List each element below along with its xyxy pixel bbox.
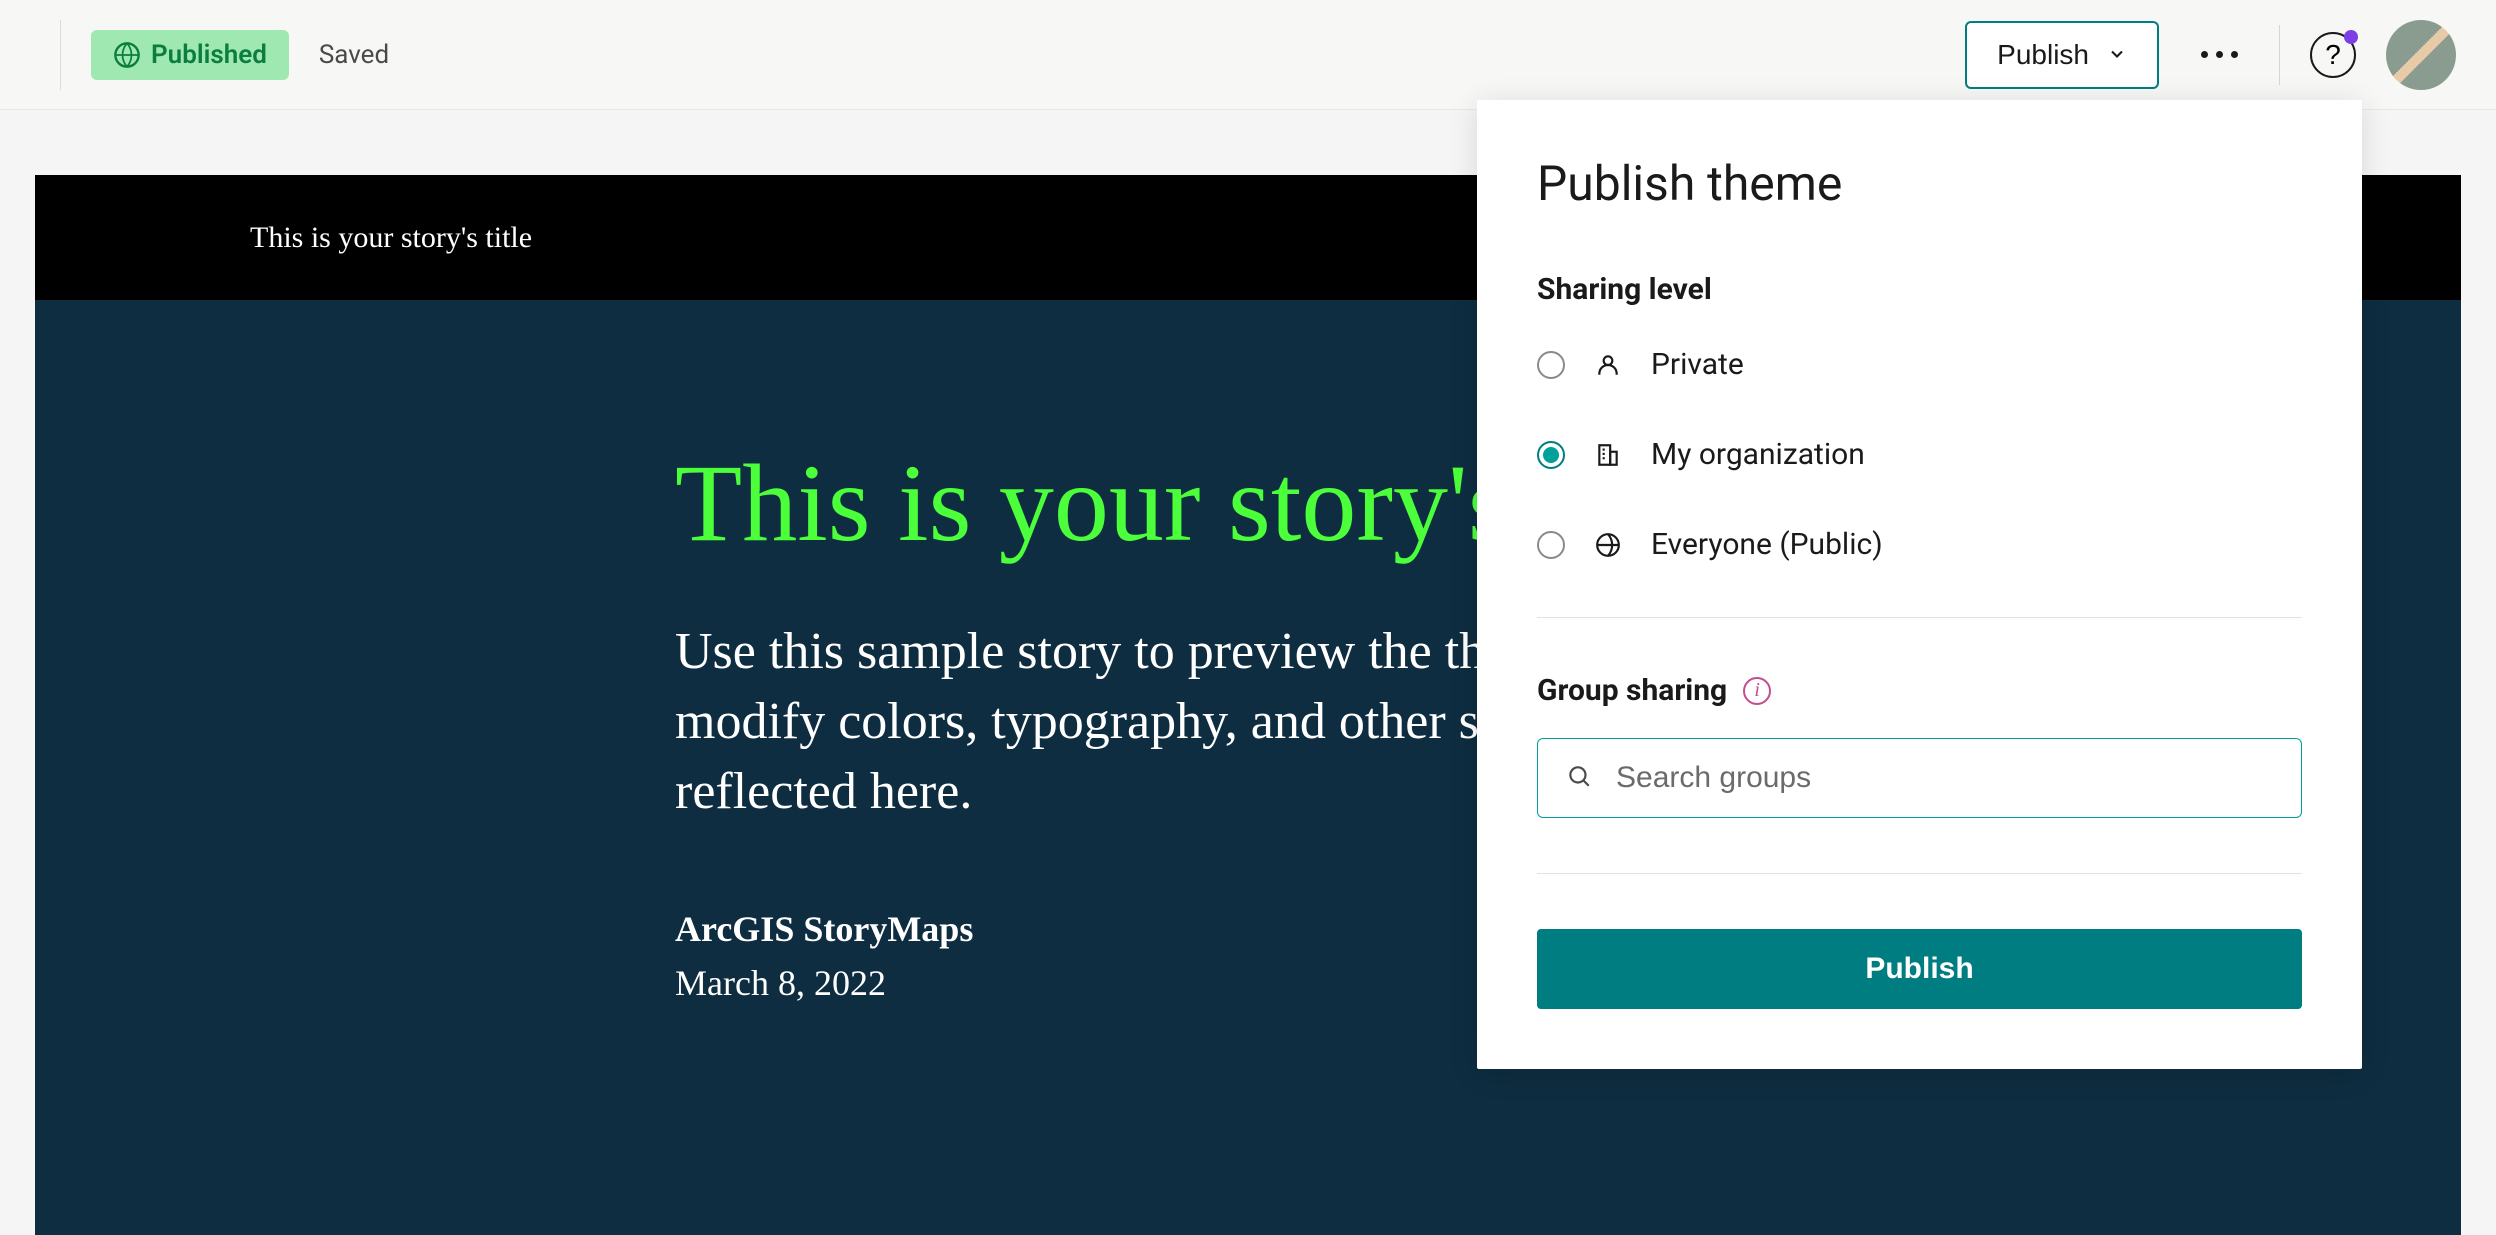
user-avatar[interactable]	[2386, 20, 2456, 90]
top-header: Published Saved Publish ?	[0, 0, 2496, 110]
published-badge-label: Published	[151, 40, 267, 70]
sharing-option-organization[interactable]: My organization	[1537, 437, 2302, 472]
saved-status: Saved	[319, 40, 389, 70]
divider	[1537, 617, 2302, 618]
radio-label: Everyone (Public)	[1651, 527, 1883, 562]
sharing-option-private[interactable]: Private	[1537, 347, 2302, 382]
more-options-button[interactable]	[2189, 25, 2249, 85]
info-icon[interactable]: i	[1743, 677, 1771, 705]
globe-icon	[1593, 532, 1623, 558]
divider	[1537, 873, 2302, 874]
group-search-input[interactable]	[1616, 761, 2273, 795]
radio-label: Private	[1651, 347, 1744, 382]
sharing-level-radio-group: Private My organization Everyone (Public…	[1537, 347, 2302, 562]
story-header-title: This is your story's title	[250, 221, 532, 255]
publish-button[interactable]: Publish	[1537, 929, 2302, 1009]
radio-icon	[1537, 531, 1565, 559]
group-search-field[interactable]	[1537, 738, 2302, 818]
help-button[interactable]: ?	[2310, 32, 2356, 78]
globe-check-icon	[113, 41, 141, 69]
group-sharing-header: Group sharing i	[1537, 673, 2302, 708]
publish-dropdown-label: Publish	[1997, 39, 2089, 71]
group-sharing-label: Group sharing	[1537, 673, 1727, 708]
radio-icon	[1537, 441, 1565, 469]
header-right: Publish ?	[1965, 20, 2456, 90]
published-badge: Published	[91, 30, 289, 80]
question-icon: ?	[2325, 39, 2341, 71]
person-icon	[1593, 352, 1623, 378]
header-left: Published Saved	[60, 20, 389, 90]
divider	[2279, 25, 2280, 85]
publish-dropdown-button[interactable]: Publish	[1965, 21, 2159, 89]
radio-icon	[1537, 351, 1565, 379]
story-subtitle-line: reflected here.	[675, 763, 972, 820]
chevron-down-icon	[2107, 39, 2127, 71]
dots-horizontal-icon	[2201, 51, 2238, 58]
sharing-option-public[interactable]: Everyone (Public)	[1537, 527, 2302, 562]
radio-label: My organization	[1651, 437, 1865, 472]
publish-panel: Publish theme Sharing level Private My o…	[1477, 100, 2362, 1069]
sharing-level-label: Sharing level	[1537, 272, 2302, 307]
building-icon	[1593, 442, 1623, 468]
panel-title: Publish theme	[1537, 155, 2302, 212]
search-icon	[1566, 763, 1592, 793]
